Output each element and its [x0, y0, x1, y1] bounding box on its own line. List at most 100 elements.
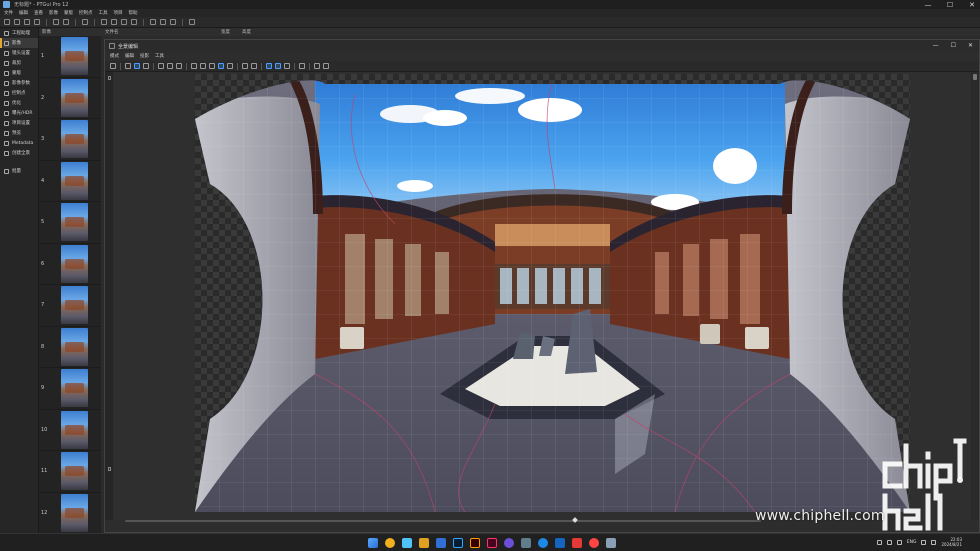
menu-help[interactable]: 帮助: [129, 10, 138, 16]
menu-mask[interactable]: 蒙版: [64, 10, 73, 16]
menu-control-points[interactable]: 控制点: [79, 10, 93, 16]
editor-menu-tools[interactable]: 工具: [155, 53, 164, 59]
image-row[interactable]: 10: [39, 410, 101, 451]
image-row[interactable]: 5: [39, 202, 101, 244]
pin-icon[interactable]: [170, 19, 176, 25]
copy-icon[interactable]: [24, 19, 30, 25]
folder-icon[interactable]: [419, 538, 429, 548]
hand-icon[interactable]: [200, 63, 206, 69]
scroll-track[interactable]: [125, 520, 761, 522]
fit-panorama-icon[interactable]: [158, 63, 164, 69]
redo-icon[interactable]: [63, 19, 69, 25]
nav-preview[interactable]: 预览: [0, 128, 38, 138]
open-project-icon[interactable]: [14, 19, 20, 25]
nav-lens-settings[interactable]: 镜头设置: [0, 48, 38, 58]
illustrator-icon[interactable]: [470, 538, 480, 548]
panorama-canvas[interactable]: [113, 72, 979, 520]
image-thumbnail[interactable]: [61, 78, 88, 117]
image-row[interactable]: 8: [39, 327, 101, 368]
image-thumbnail[interactable]: [61, 203, 88, 242]
minimize-button[interactable]: —: [924, 1, 932, 9]
rectangle-icon[interactable]: [191, 63, 197, 69]
menu-tools[interactable]: 工具: [99, 10, 108, 16]
image-thumbnail[interactable]: [61, 452, 88, 491]
wifi-icon[interactable]: [921, 539, 927, 545]
move-icon[interactable]: [143, 63, 149, 69]
help-icon[interactable]: [189, 19, 195, 25]
image-thumbnail[interactable]: [61, 37, 88, 76]
editor-menu-mode[interactable]: 模式: [110, 53, 119, 59]
clock[interactable]: 22:03 2024/8/21: [941, 537, 962, 547]
stack-icon[interactable]: [314, 63, 320, 69]
column-header-image[interactable]: 影像: [39, 29, 61, 35]
chrome-icon[interactable]: [385, 538, 395, 548]
scrollbar-thumb[interactable]: [973, 74, 977, 80]
image-thumbnail[interactable]: [61, 410, 88, 449]
center-point-icon[interactable]: [176, 63, 182, 69]
grid-view-icon[interactable]: [266, 63, 272, 69]
image-row[interactable]: 9: [39, 368, 101, 410]
add-images-icon[interactable]: [101, 19, 107, 25]
image-row[interactable]: 4: [39, 161, 101, 202]
start-icon[interactable]: [368, 538, 378, 548]
column-header-width[interactable]: 宽度: [221, 29, 230, 35]
menu-edit[interactable]: 编辑: [19, 10, 28, 16]
nav-metadata[interactable]: Metadata: [0, 138, 38, 148]
nav-project-settings[interactable]: 项目设置: [0, 118, 38, 128]
settings-icon[interactable]: [323, 63, 329, 69]
browser-icon[interactable]: [436, 538, 446, 548]
sphere-projection-icon[interactable]: [218, 63, 224, 69]
nav-control-points[interactable]: 控制点: [0, 88, 38, 98]
settings-icon[interactable]: [538, 538, 548, 548]
image-thumbnail[interactable]: [61, 327, 88, 366]
editor-maximize-button[interactable]: ☐: [951, 42, 956, 49]
layers-icon[interactable]: [299, 63, 305, 69]
vertical-scrollbar[interactable]: [971, 72, 979, 520]
ruler-handle-icon[interactable]: [108, 467, 111, 471]
image-thumbnail[interactable]: [61, 286, 88, 325]
nav-batch[interactable]: 批量: [0, 166, 38, 176]
shield-icon[interactable]: [555, 538, 565, 548]
undo-icon[interactable]: [53, 19, 59, 25]
drag-image-icon[interactable]: [134, 63, 140, 69]
app-icon[interactable]: [504, 538, 514, 548]
explorer-icon[interactable]: [402, 538, 412, 548]
align-icon[interactable]: [121, 19, 127, 25]
pointer-icon[interactable]: [110, 63, 116, 69]
maximize-button[interactable]: ☐: [946, 1, 954, 9]
split-view-icon[interactable]: [275, 63, 281, 69]
nav-project-assistant[interactable]: 工程助理: [0, 28, 38, 38]
globe-icon[interactable]: [82, 19, 88, 25]
editor-menu-edit[interactable]: 编辑: [125, 53, 134, 59]
image-thumbnail[interactable]: [61, 493, 88, 532]
editor-close-button[interactable]: ✕: [968, 42, 973, 49]
ruler-handle-icon[interactable]: [108, 76, 111, 80]
nav-optimize[interactable]: 优化: [0, 98, 38, 108]
nav-crop[interactable]: 裁剪: [0, 58, 38, 68]
rotate-icon[interactable]: [125, 63, 131, 69]
image-thumbnail[interactable]: [61, 120, 88, 159]
panorama-editor-icon[interactable]: [150, 19, 156, 25]
image-thumbnail[interactable]: [61, 161, 88, 200]
copy-icon[interactable]: [209, 63, 215, 69]
image-row[interactable]: 11: [39, 451, 101, 493]
image-thumbnail[interactable]: [61, 244, 88, 283]
wechat-icon[interactable]: [896, 539, 902, 545]
table-icon[interactable]: [160, 19, 166, 25]
panorama-preview[interactable]: [195, 74, 910, 512]
column-header-filename[interactable]: 文件名: [105, 29, 119, 35]
chevron-up-icon[interactable]: [876, 539, 882, 545]
app-icon[interactable]: [589, 538, 599, 548]
image-row[interactable]: 2: [39, 78, 101, 119]
eye-icon[interactable]: [251, 63, 257, 69]
image-row[interactable]: 12: [39, 493, 101, 534]
input-language[interactable]: ENG: [907, 540, 917, 545]
nav-exposure-hdr[interactable]: 曝光/HDR: [0, 108, 38, 118]
new-project-icon[interactable]: [4, 19, 10, 25]
nav-images[interactable]: 影像: [0, 38, 38, 48]
image-row[interactable]: 7: [39, 285, 101, 327]
stitch-icon[interactable]: [131, 19, 137, 25]
menu-file[interactable]: 文件: [4, 10, 13, 16]
close-button[interactable]: ✕: [968, 1, 976, 9]
save-icon[interactable]: [34, 19, 40, 25]
